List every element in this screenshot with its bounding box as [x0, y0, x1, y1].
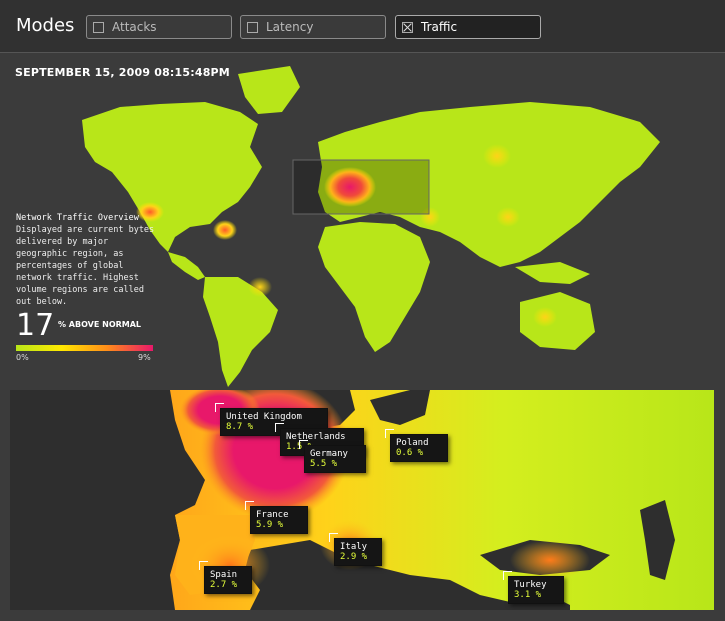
latency-checkbox[interactable]: [247, 21, 258, 33]
australia-hotspot: [533, 307, 557, 327]
attacks-checkbox[interactable]: [93, 21, 104, 33]
atlantic-ocean-south: [10, 515, 180, 610]
above-normal-value: 17: [16, 308, 55, 343]
attacks-label: Attacks: [112, 20, 157, 34]
russia-hotspot: [483, 144, 511, 168]
modes-title: Modes: [16, 15, 75, 36]
mode-traffic-button[interactable]: Traffic: [395, 15, 541, 39]
callout-germany[interactable]: Germany 5.5 %: [299, 440, 366, 473]
east-coast-hotspot: [213, 220, 237, 240]
callout-value: 5.5 %: [310, 459, 338, 469]
callout-country: Poland: [396, 438, 429, 448]
callout-country: Turkey: [514, 580, 547, 590]
callout-pin-icon: [329, 533, 338, 542]
callout-pin-icon: [215, 403, 224, 412]
callout-pin-icon: [299, 440, 308, 449]
mode-attacks-button[interactable]: Attacks: [86, 15, 232, 39]
callout-value: 3.1 %: [514, 590, 542, 600]
callout-country: Netherlands: [286, 432, 346, 442]
brazil-hotspot: [248, 277, 272, 297]
above-normal-label: % ABOVE NORMAL: [58, 320, 142, 329]
callout-france[interactable]: France 5.9 %: [245, 501, 308, 534]
scale-max-label: 9%: [138, 353, 151, 362]
callout-country: Germany: [310, 449, 348, 459]
europe-hotspot: [324, 167, 376, 207]
se-asia-shape: [515, 262, 590, 284]
modes-toolbar: Modes Attacks Latency Traffic: [0, 0, 725, 53]
traffic-scale-bar: [16, 345, 153, 351]
callout-country: United Kingdom: [226, 412, 302, 422]
callout-spain[interactable]: Spain 2.7 %: [199, 561, 252, 594]
traffic-checkbox[interactable]: [402, 21, 413, 33]
overview-panel: Network Traffic Overview Displayed are c…: [16, 212, 156, 308]
callout-italy[interactable]: Italy 2.9 %: [329, 533, 382, 566]
callout-country: Spain: [210, 570, 238, 580]
callout-poland[interactable]: Poland 0.6 %: [385, 429, 448, 462]
callout-value: 2.7 %: [210, 580, 238, 590]
callout-value: 2.9 %: [340, 552, 368, 562]
europe-heatmap: [10, 390, 714, 610]
callout-value: 0.6 %: [396, 448, 424, 458]
callout-pin-icon: [245, 501, 254, 510]
africa-shape: [318, 222, 430, 352]
mode-latency-button[interactable]: Latency: [240, 15, 386, 39]
callout-turkey[interactable]: Turkey 3.1 %: [503, 571, 564, 604]
callout-value: 5.9 %: [256, 520, 284, 530]
europe-zoom-map[interactable]: United Kingdom 8.7 % Netherlands 1.5 % G…: [10, 390, 714, 610]
callout-country: Italy: [340, 542, 368, 552]
turkey-hotspot: [510, 540, 590, 580]
callout-country: France: [256, 510, 289, 520]
callout-pin-icon: [275, 423, 284, 432]
central-america-shape: [168, 252, 205, 280]
callout-pin-icon: [385, 429, 394, 438]
scale-min-label: 0%: [16, 353, 29, 362]
overview-description: Displayed are current bytes delivered by…: [16, 225, 155, 307]
australia-shape: [520, 292, 595, 350]
latency-label: Latency: [266, 20, 314, 34]
callout-pin-icon: [199, 561, 208, 570]
china-hotspot: [496, 207, 520, 227]
greenland-shape: [238, 66, 300, 114]
timestamp: SEPTEMBER 15, 2009 08:15:48PM: [15, 66, 230, 79]
traffic-label: Traffic: [421, 20, 458, 34]
callout-pin-icon: [503, 571, 512, 580]
overview-title: Network Traffic Overview: [16, 213, 139, 223]
